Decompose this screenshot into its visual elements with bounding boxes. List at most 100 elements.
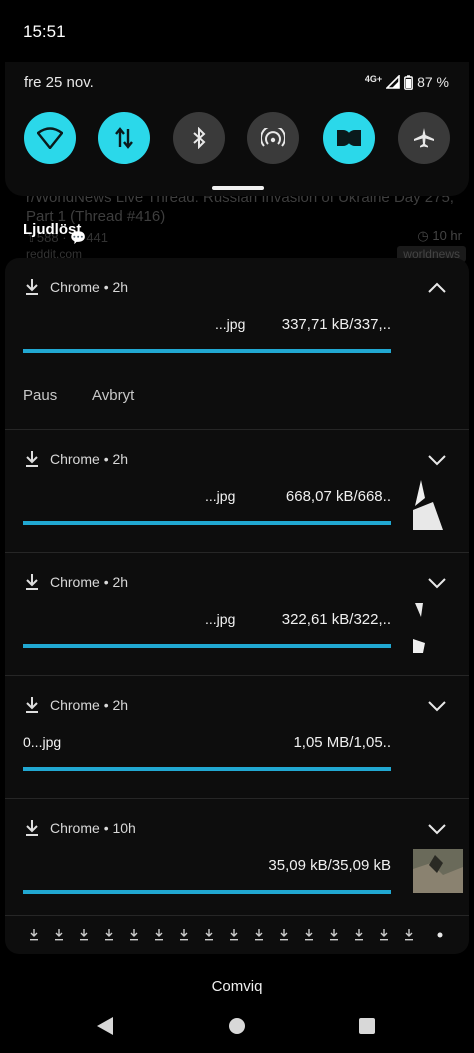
notification-age: 2h bbox=[112, 574, 129, 590]
download-icon bbox=[355, 929, 363, 941]
hotspot-icon bbox=[261, 128, 285, 147]
status-clock: 15:51 bbox=[23, 22, 66, 41]
notification-separator: • bbox=[103, 697, 109, 713]
notification-age: 10h bbox=[112, 820, 136, 836]
quick-settings-panel: fre 25 nov. 4G+ 87 % bbox=[5, 62, 469, 196]
silent-section-label: Ljudlöst bbox=[23, 221, 82, 238]
navigation-bar bbox=[0, 1000, 474, 1053]
qs-status-icons: 4G+ 87 % bbox=[365, 74, 449, 90]
download-icon bbox=[55, 929, 63, 941]
chevron-down-icon[interactable] bbox=[427, 454, 447, 466]
download-filename: 0...jpg bbox=[23, 734, 62, 750]
thumbnail-image bbox=[413, 849, 463, 893]
bluetooth-tile[interactable] bbox=[173, 112, 225, 164]
notification-separator: • bbox=[103, 820, 109, 836]
download-filename: ...jpg bbox=[205, 488, 236, 504]
background-notification-meta: ⇧588 · 💬441 bbox=[26, 230, 109, 245]
download-progress-bar bbox=[23, 521, 391, 525]
hotspot-tile[interactable] bbox=[247, 112, 299, 164]
thumbnail-image bbox=[413, 603, 425, 653]
thumbnail-image bbox=[413, 480, 443, 530]
download-icon bbox=[405, 929, 413, 941]
download-filename: ...jpg bbox=[215, 316, 246, 332]
download-progress-fill bbox=[23, 521, 391, 525]
download-icon bbox=[380, 929, 388, 941]
chevron-down-icon[interactable] bbox=[427, 823, 447, 835]
battery-icon bbox=[404, 74, 413, 90]
airplane-mode-tile[interactable] bbox=[398, 112, 450, 164]
cancel-button[interactable]: Avbryt bbox=[92, 387, 134, 404]
back-icon[interactable] bbox=[96, 1016, 114, 1036]
collapsed-notification-icons[interactable] bbox=[5, 923, 469, 947]
notification-age: 2h bbox=[112, 451, 129, 467]
download-progress-fill bbox=[23, 767, 391, 771]
download-progress-bar bbox=[23, 890, 391, 894]
download-icon bbox=[280, 929, 288, 941]
download-progress-fill bbox=[23, 349, 391, 353]
notification-app-name: Chrome bbox=[50, 574, 100, 590]
notification-app-name: Chrome bbox=[50, 697, 100, 713]
download-notification[interactable]: Chrome • 10h 35,09 kB/35,09 kB bbox=[5, 799, 469, 916]
download-filename: ...jpg bbox=[205, 611, 236, 627]
recents-icon[interactable] bbox=[358, 1017, 376, 1035]
notification-app: Chrome • 2h bbox=[50, 574, 128, 590]
download-icon bbox=[30, 929, 38, 941]
bluetooth-icon bbox=[193, 127, 206, 149]
download-progress-bar bbox=[23, 644, 391, 648]
more-dot-icon bbox=[437, 932, 443, 938]
notification-app: Chrome • 2h bbox=[50, 279, 128, 295]
download-thumbnail bbox=[413, 849, 463, 893]
data-arrows-icon bbox=[115, 127, 133, 149]
carrier-label: Comviq bbox=[211, 978, 263, 995]
notification-app: Chrome • 10h bbox=[50, 820, 136, 836]
download-size: 322,61 kB/322,.. bbox=[281, 611, 391, 628]
airplane-icon bbox=[414, 128, 434, 148]
chevron-down-icon[interactable] bbox=[427, 700, 447, 712]
wifi-icon bbox=[37, 127, 63, 149]
notification-age: 2h bbox=[112, 697, 129, 713]
status-bar: 15:51 bbox=[0, 0, 474, 62]
download-notification[interactable]: Chrome • 2h ...jpg 337,71 kB/337,.. Paus… bbox=[5, 258, 469, 430]
download-thumbnail bbox=[413, 603, 463, 653]
pause-button[interactable]: Paus bbox=[23, 387, 57, 404]
download-progress-fill bbox=[23, 644, 391, 648]
download-icon bbox=[330, 929, 338, 941]
download-thumbnail bbox=[413, 480, 463, 530]
notification-app: Chrome • 2h bbox=[50, 451, 128, 467]
download-icon bbox=[255, 929, 263, 941]
download-icon bbox=[105, 929, 113, 941]
qs-date[interactable]: fre 25 nov. bbox=[24, 74, 94, 91]
qs-drag-handle[interactable] bbox=[212, 186, 264, 190]
download-progress-bar bbox=[23, 349, 391, 353]
mobile-data-tile[interactable] bbox=[98, 112, 150, 164]
download-icon bbox=[155, 929, 163, 941]
download-thumbnail bbox=[413, 308, 463, 358]
download-notifications-group: Chrome • 2h ...jpg 337,71 kB/337,.. Paus… bbox=[5, 258, 469, 954]
download-progress-fill bbox=[23, 890, 391, 894]
wifi-tile[interactable] bbox=[24, 112, 76, 164]
signal-icon bbox=[386, 75, 400, 89]
notification-app-name: Chrome bbox=[50, 279, 100, 295]
download-notification[interactable]: Chrome • 2h ...jpg 668,07 kB/668.. bbox=[5, 430, 469, 553]
network-type-label: 4G+ bbox=[364, 74, 383, 84]
dolby-icon bbox=[337, 130, 361, 146]
download-progress-bar bbox=[23, 767, 391, 771]
download-icon bbox=[26, 820, 38, 836]
dolby-tile[interactable] bbox=[323, 112, 375, 164]
notification-age: 2h bbox=[112, 279, 129, 295]
battery-percent: 87 % bbox=[417, 74, 449, 90]
download-icon bbox=[26, 279, 38, 295]
chevron-up-icon[interactable] bbox=[427, 282, 447, 294]
quick-settings-tiles bbox=[5, 112, 469, 164]
download-notification[interactable]: Chrome • 2h 0...jpg 1,05 MB/1,05.. bbox=[5, 676, 469, 799]
notification-app-name: Chrome bbox=[50, 451, 100, 467]
download-icon bbox=[26, 574, 38, 590]
home-icon[interactable] bbox=[228, 1017, 246, 1035]
download-notification[interactable]: Chrome • 2h ...jpg 322,61 kB/322,.. bbox=[5, 553, 469, 676]
download-icon bbox=[230, 929, 238, 941]
download-icon bbox=[180, 929, 188, 941]
download-thumbnail bbox=[413, 726, 463, 776]
background-notification-time-text: 10 hr bbox=[432, 228, 462, 243]
download-size: 337,71 kB/337,.. bbox=[281, 316, 391, 333]
chevron-down-icon[interactable] bbox=[427, 577, 447, 589]
